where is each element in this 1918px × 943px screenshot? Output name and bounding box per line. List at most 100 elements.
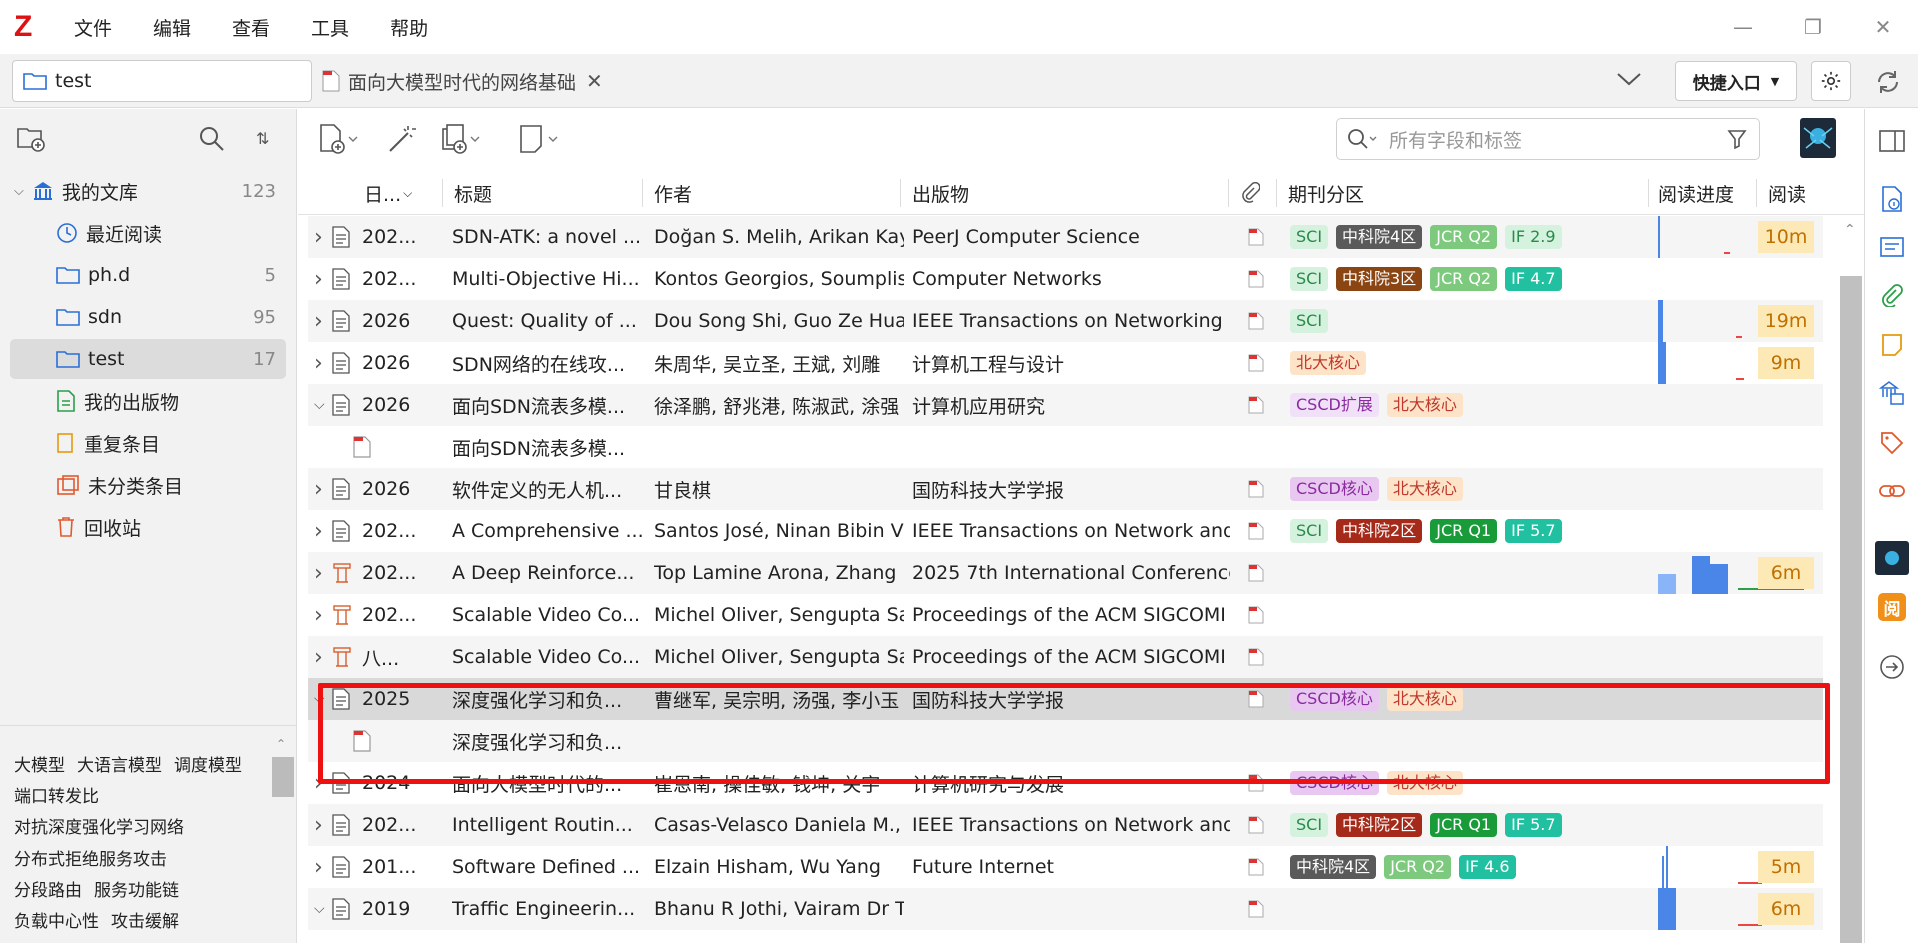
table-row[interactable]: › 201... Software Defined ... Elzain Hisham… xyxy=(308,846,1823,888)
tag-item[interactable]: 端口转发比 xyxy=(14,787,99,807)
attachment-row[interactable]: 面向SDN流表多模... xyxy=(308,426,1823,468)
related-icon[interactable] xyxy=(1878,477,1906,505)
table-row[interactable]: › 2026 Quest: Quality of ... Dou Song Shi, … xyxy=(308,300,1823,342)
table-row[interactable]: › 202... SDN-ATK: a novel ... Doğan S. Meli… xyxy=(308,216,1823,258)
pdf-attachment-icon[interactable] xyxy=(1248,552,1264,594)
tree-unfiled-items[interactable]: 未分类条目 xyxy=(10,465,286,505)
minimize-button[interactable]: — xyxy=(1708,0,1778,54)
tag-pane-divider[interactable] xyxy=(0,725,297,726)
add-attachment-icon[interactable] xyxy=(440,123,482,155)
pdf-attachment-icon[interactable] xyxy=(1248,258,1264,300)
tag-item[interactable]: 大语言模型 xyxy=(77,756,162,776)
chevron-down-icon[interactable]: ⌵ xyxy=(14,184,24,199)
pdf-attachment-icon[interactable] xyxy=(1248,846,1264,888)
chevron-right-icon[interactable]: › xyxy=(314,594,323,636)
search-collections-icon[interactable] xyxy=(198,125,226,153)
table-row[interactable]: ⌵ 2025 深度强化学习和负... 曹继军, 吴宗明, 汤强, 李小玉 国防科技大学学… xyxy=(308,678,1823,720)
menu-help[interactable]: 帮助 xyxy=(390,14,428,41)
tag-item[interactable]: 调度模型 xyxy=(174,756,242,776)
tag-item[interactable]: 攻击缓解 xyxy=(111,912,179,932)
table-row[interactable]: › 202... Multi-Objective Hi... Kontos Georg… xyxy=(308,258,1823,300)
chevron-down-icon[interactable]: ⌵ xyxy=(314,888,325,930)
sort-icon[interactable]: ⇅ xyxy=(256,129,269,148)
chevron-right-icon[interactable]: › xyxy=(314,468,323,510)
menu-view[interactable]: 查看 xyxy=(232,14,270,41)
table-row[interactable]: › 202... Intelligent Routin... Casas-Velasc… xyxy=(308,804,1823,846)
column-separator[interactable] xyxy=(642,179,643,207)
tab-document[interactable]: 面向大模型时代的网络基础 ✕ xyxy=(322,60,612,102)
pdf-attachment-icon[interactable] xyxy=(1248,888,1264,930)
new-item-icon[interactable] xyxy=(318,123,360,155)
tabs-dropdown-icon[interactable] xyxy=(1616,68,1642,92)
column-attachments[interactable] xyxy=(1240,171,1270,215)
column-separator[interactable] xyxy=(1756,179,1757,207)
magic-wand-icon[interactable] xyxy=(386,123,418,155)
notes-icon[interactable] xyxy=(1878,331,1906,359)
tag-item[interactable]: 负载中心性 xyxy=(14,912,99,932)
settings-button[interactable] xyxy=(1811,61,1851,101)
tree-collection-phd[interactable]: ph.d 5 xyxy=(10,255,286,295)
search-input[interactable]: 所有字段和标签 xyxy=(1336,118,1760,160)
table-row[interactable]: › 八... Scalable Video Co... Michel Oliver, … xyxy=(308,636,1823,678)
items-list[interactable]: › 202... SDN-ATK: a novel ... Doğan S. Meli… xyxy=(298,216,1864,943)
reading-plugin-icon[interactable]: 阅 xyxy=(1878,593,1906,621)
tag-item[interactable]: 分段路由 xyxy=(14,881,82,901)
pdf-attachment-icon[interactable] xyxy=(1248,678,1264,720)
column-separator[interactable] xyxy=(900,179,901,207)
chevron-right-icon[interactable]: › xyxy=(314,258,323,300)
new-note-icon[interactable] xyxy=(518,123,560,155)
column-separator[interactable] xyxy=(442,179,443,207)
search-icon[interactable] xyxy=(1347,127,1379,151)
chevron-right-icon[interactable]: › xyxy=(314,762,323,804)
tag-item[interactable]: 服务功能链 xyxy=(94,881,179,901)
items-scrollbar[interactable]: ⌃ xyxy=(1838,216,1864,943)
table-row[interactable]: ⌵ 2026 面向SDN流表多模... 徐泽鹏, 舒兆港, 陈淑武, 涂强 计算机应用研… xyxy=(308,384,1823,426)
abstract-icon[interactable] xyxy=(1878,233,1906,261)
chevron-down-icon[interactable]: ⌵ xyxy=(314,384,325,426)
pdf-attachment-icon[interactable] xyxy=(1248,384,1264,426)
pdf-attachment-icon[interactable] xyxy=(1248,594,1264,636)
chevron-right-icon[interactable]: › xyxy=(314,846,323,888)
scroll-up-icon[interactable]: ⌃ xyxy=(1844,222,1856,238)
table-row[interactable]: › 2024 面向大模型时代的... 崔恩南, 操佳敏, 钱坤, 关宇 计算机研究与发展… xyxy=(308,762,1823,804)
tag-icon[interactable] xyxy=(1878,429,1906,457)
table-row[interactable]: › 2026 SDN网络的在线攻... 朱周华, 吴立圣, 王斌, 刘雕 计算机工程与设… xyxy=(308,342,1823,384)
pdf-attachment-icon[interactable] xyxy=(1248,342,1264,384)
user-avatar[interactable] xyxy=(1800,118,1836,158)
attachment-row[interactable]: 深度强化学习和负... xyxy=(308,720,1823,762)
chevron-right-icon[interactable]: › xyxy=(314,216,323,258)
tree-my-publications[interactable]: 我的出版物 xyxy=(10,381,286,421)
tag-scrollbar[interactable] xyxy=(272,757,294,797)
info-icon[interactable] xyxy=(1878,185,1906,213)
pdf-attachment-icon[interactable] xyxy=(1248,804,1264,846)
column-date[interactable]: 日... ⌵ xyxy=(364,171,434,215)
new-collection-icon[interactable] xyxy=(16,125,46,153)
tag-item[interactable]: 大模型 xyxy=(14,756,65,776)
chevron-right-icon[interactable]: › xyxy=(314,552,323,594)
pdf-attachment-icon[interactable] xyxy=(1248,216,1264,258)
menu-file[interactable]: 文件 xyxy=(74,14,112,41)
sync-button[interactable] xyxy=(1872,66,1904,98)
pdf-attachment-icon[interactable] xyxy=(1248,636,1264,678)
tree-collection-sdn[interactable]: sdn 95 xyxy=(10,297,286,337)
table-row[interactable]: › 202... A Deep Reinforce... Top Lamine Aro… xyxy=(308,552,1823,594)
column-separator[interactable] xyxy=(1648,179,1649,207)
toggle-pane-icon[interactable] xyxy=(1878,127,1906,155)
chevron-right-icon[interactable]: › xyxy=(314,636,323,678)
column-author[interactable]: 作者 xyxy=(654,171,814,215)
attachment-icon[interactable] xyxy=(1878,281,1906,309)
column-read-time[interactable]: 阅读 xyxy=(1768,171,1832,215)
column-separator[interactable] xyxy=(1276,179,1277,207)
chevron-up-icon[interactable]: ⌃ xyxy=(276,737,286,751)
tree-trash[interactable]: 回收站 xyxy=(10,507,286,547)
chevron-right-icon[interactable]: › xyxy=(314,510,323,552)
tag-item[interactable]: 分布式拒绝服务攻击 xyxy=(14,850,167,870)
libraries-collections-icon[interactable] xyxy=(1878,379,1906,407)
table-row[interactable]: ⌵ 2019 Traffic Engineerin... Bhanu R Jothi,… xyxy=(308,888,1823,930)
chevron-right-icon[interactable]: › xyxy=(314,300,323,342)
locate-icon[interactable] xyxy=(1878,653,1906,681)
maximize-button[interactable]: ❐ xyxy=(1778,0,1848,54)
tree-recent-reading[interactable]: 最近阅读 xyxy=(10,213,286,253)
column-journal-rank[interactable]: 期刊分区 xyxy=(1288,171,1488,215)
menu-tools[interactable]: 工具 xyxy=(311,14,349,41)
